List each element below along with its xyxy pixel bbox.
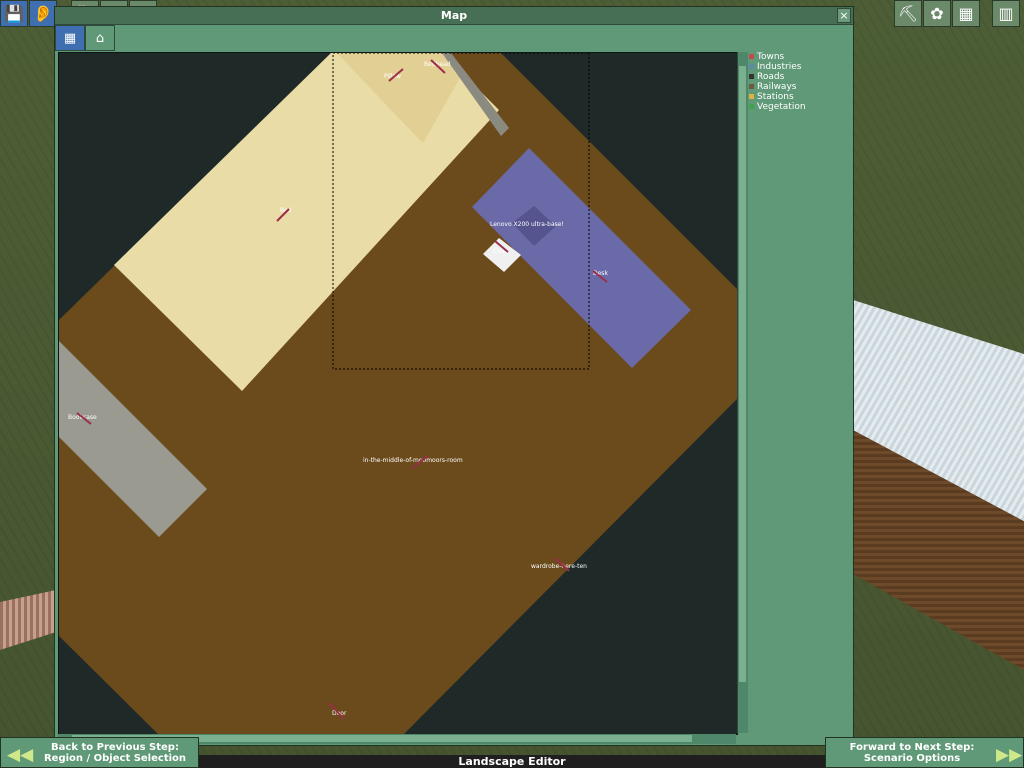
map-viewport[interactable]: Pillow Bedhead Bed Lenovo X200 ultra-bas… <box>58 52 738 735</box>
map-tabs: ▦ ⌂ <box>55 25 115 51</box>
map-tab-icon: ▦ <box>63 30 77 46</box>
ear-icon[interactable]: 👂 <box>29 0 57 27</box>
legend-roads[interactable]: Roads <box>748 72 851 82</box>
double-left-arrow-icon: ◀◀ <box>7 745 34 765</box>
legend-railways[interactable]: Railways <box>748 82 851 92</box>
save-icon[interactable]: 💾 <box>0 0 28 27</box>
close-button[interactable]: × <box>837 8 851 23</box>
bulldozer-icon[interactable]: ⛏ <box>894 0 922 27</box>
window-title-bar[interactable]: Map × <box>55 7 853 25</box>
tab-map-overview[interactable]: ▦ <box>55 25 85 51</box>
legend-swatch <box>749 74 754 79</box>
forward-step-button[interactable]: Forward to Next Step: Scenario Options ▶… <box>825 737 1024 768</box>
window-title: Map <box>440 9 468 22</box>
legend-swatch <box>749 64 754 69</box>
map-window: Map × ▦ ⌂ Pillow Bedhead <box>54 6 854 746</box>
legend-vegetation[interactable]: Vegetation <box>748 102 851 112</box>
map-legend: Towns Industries Roads Railways Stations… <box>748 52 851 112</box>
editor-mode-label: Landscape Editor <box>458 755 566 768</box>
back-step-label: Back to Previous Step: Region / Object S… <box>43 742 187 764</box>
legend-swatch <box>749 54 754 59</box>
legend-swatch <box>749 94 754 99</box>
double-right-arrow-icon: ▶▶ <box>996 745 1023 765</box>
vertical-scroll-thumb[interactable] <box>739 66 746 682</box>
legend-swatch <box>749 104 754 109</box>
legend-towns[interactable]: Towns <box>748 52 851 62</box>
factory-icon: ⌂ <box>95 30 105 46</box>
label-lenovo: Lenovo X200 ultra-base! <box>490 221 564 228</box>
right-toolbar: ⛏ ✿ ▦ ▥ <box>894 0 1020 28</box>
legend-swatch <box>749 84 754 89</box>
legend-stations[interactable]: Stations <box>748 92 851 102</box>
scenery-icon[interactable]: ✿ <box>923 0 951 27</box>
forward-step-label: Forward to Next Step: Scenario Options <box>849 742 975 764</box>
legend-industries[interactable]: Industries <box>748 62 851 72</box>
label-wardrobe: wardrobe-here-ten <box>531 563 587 570</box>
back-step-button[interactable]: ◀◀ Back to Previous Step: Region / Objec… <box>0 737 199 768</box>
map-svg: Pillow Bedhead Bed Lenovo X200 ultra-bas… <box>59 53 737 734</box>
tab-industries[interactable]: ⌂ <box>85 25 115 51</box>
label-room-middle: in-the-middle-of-moomoors-room <box>363 457 463 464</box>
path-icon[interactable]: ▦ <box>952 0 980 27</box>
status-bar: Landscape Editor <box>199 755 825 768</box>
building-icon[interactable]: ▥ <box>992 0 1020 27</box>
vertical-scrollbar[interactable] <box>737 52 748 733</box>
